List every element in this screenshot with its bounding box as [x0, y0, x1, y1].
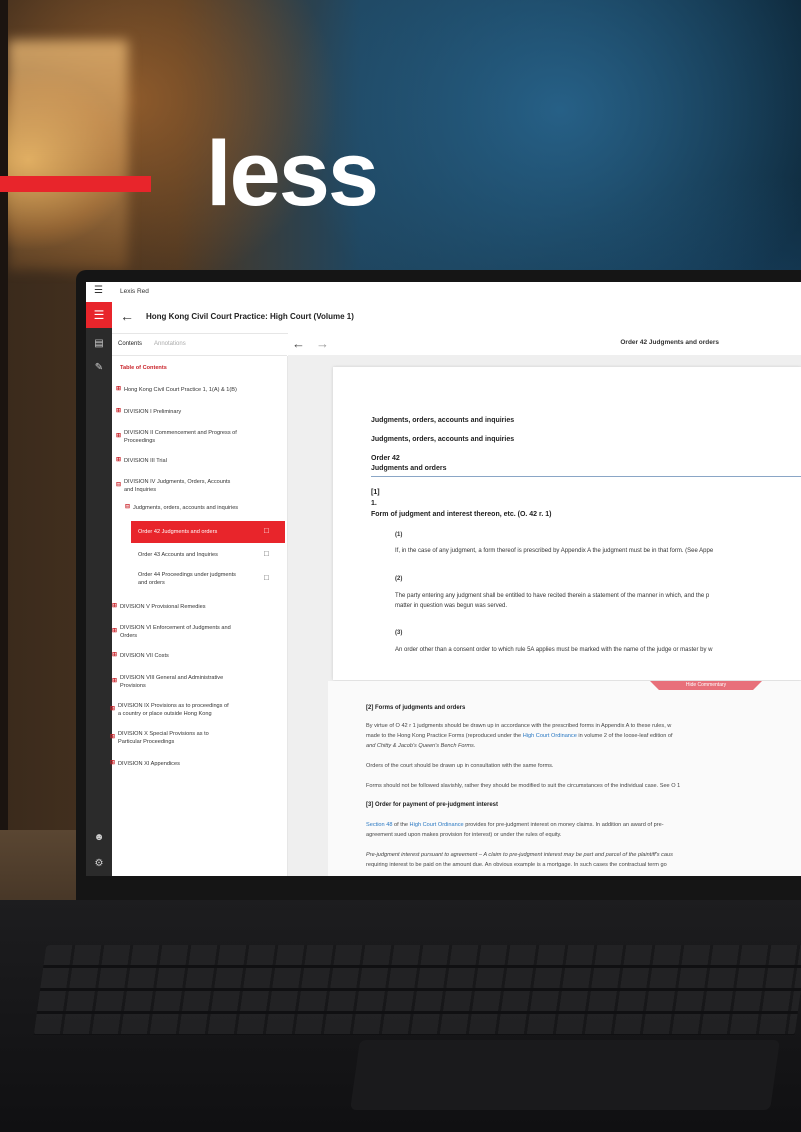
back-arrow-icon[interactable]: ←: [120, 308, 134, 324]
commentary-panel: Hide Commentary [2] Forms of judgments a…: [328, 681, 801, 876]
headline: less: [206, 123, 379, 225]
collapse-icon[interactable]: ⊟: [125, 504, 131, 510]
navigation-rail: ☰ ▤ ✎ ☻ ⚙: [86, 302, 112, 876]
book-title: Hong Kong Civil Court Practice: High Cou…: [146, 312, 354, 321]
toc-item[interactable]: ⊞ DIVISION II Commencement and Progress o…: [116, 429, 237, 445]
commentary-text: Orders of the court should be drawn up i…: [366, 763, 554, 769]
settings-icon[interactable]: ⚙: [86, 858, 112, 869]
commentary-heading: [2] Forms of judgments and orders: [366, 705, 466, 711]
expand-icon[interactable]: ⊞: [116, 386, 122, 392]
laptop-key-rows: [33, 945, 801, 1035]
hide-commentary-button[interactable]: Hide Commentary: [650, 681, 762, 690]
subrule-text: The party entering any judgment shall be…: [395, 593, 710, 599]
order-number: Order 42: [371, 455, 400, 462]
commentary-heading: [3] Order for payment of pre-judgment in…: [366, 802, 499, 808]
panel-tabs: Contents Annotations: [112, 333, 287, 356]
document-toolbar: ← → Order 42 Judgments and orders: [288, 333, 801, 356]
window-titlebar: ☰ Lexis Red: [86, 282, 801, 302]
document-icon[interactable]: □: [264, 549, 269, 558]
back-arrow-icon[interactable]: ←: [292, 336, 305, 351]
expand-icon[interactable]: ⊞: [116, 408, 122, 414]
commentary-text: Section 48 of the High Court Ordinance p…: [366, 822, 664, 828]
accent-red-bar: [0, 176, 151, 192]
expand-icon[interactable]: ⊞: [112, 628, 118, 634]
tab-annotations[interactable]: Annotations: [154, 341, 186, 347]
menu-button[interactable]: ☰: [86, 302, 112, 328]
commentary-text: By virtue of O 42 r 1 judgments should b…: [366, 723, 672, 729]
doc-subheading: Judgments, orders, accounts and inquirie…: [371, 436, 515, 443]
commentary-text: requiring interest to be paid on the amo…: [366, 862, 667, 868]
subrule-text-cont: matter in question was begun was served.: [395, 603, 508, 609]
toc-item-label: Order 42 Judgments and orders: [138, 529, 218, 535]
subrule-number: (1): [395, 532, 403, 538]
user-icon[interactable]: ☻: [86, 832, 112, 843]
expand-icon[interactable]: ⊞: [112, 603, 118, 609]
table-of-contents: Table of Contents ⊞ Hong Kong Civil Court…: [110, 356, 288, 876]
laptop-screen: ☰ Lexis Red ☰ ▤ ✎ ☻ ⚙ ← Hong Kong Civil …: [86, 282, 801, 876]
toc-item[interactable]: ⊞ DIVISION VI Enforcement of Judgments an…: [112, 624, 231, 640]
background-window-light: [8, 40, 128, 270]
collapse-icon[interactable]: ⊟: [116, 482, 122, 488]
tab-contents[interactable]: Contents: [118, 341, 142, 347]
subrule-text: An order other than a consent order to w…: [395, 647, 713, 653]
toc-item[interactable]: ⊞ DIVISION VIII General and Administrativ…: [112, 674, 223, 690]
subrule-text: If, in the case of any judgment, a form …: [395, 548, 714, 554]
rule-number: 1.: [371, 500, 377, 507]
link-section-48[interactable]: Section 48: [366, 822, 392, 828]
toc-item[interactable]: ⊟ DIVISION IV Judgments, Orders, Accounts…: [116, 478, 230, 494]
document-title: Order 42 Judgments and orders: [620, 339, 719, 346]
document-page: Judgments, orders, accounts and inquirie…: [333, 367, 801, 680]
toc-heading: Table of Contents: [120, 365, 167, 371]
toc-item[interactable]: ⊞ DIVISION XI Appendices: [110, 760, 180, 768]
expand-icon[interactable]: ⊞: [110, 706, 116, 712]
expand-icon[interactable]: ⊞: [110, 734, 116, 740]
toc-item[interactable]: ⊞ DIVISION I Preliminary: [116, 408, 181, 416]
expand-icon[interactable]: ⊞: [112, 678, 118, 684]
document-area: Judgments, orders, accounts and inquirie…: [288, 355, 801, 876]
expand-icon[interactable]: ⊞: [110, 760, 116, 766]
hamburger-icon[interactable]: ☰: [94, 285, 103, 296]
toc-item[interactable]: ⊞ DIVISION VII Costs: [112, 652, 169, 660]
toc-item[interactable]: ⊟ Judgments, orders, accounts and inquiri…: [125, 504, 238, 512]
laptop-trackpad: [350, 1040, 780, 1110]
commentary-text: and Chitty & Jacob's Queen's Bench Forms…: [366, 743, 476, 749]
rule-title: Form of judgment and interest thereon, e…: [371, 511, 552, 518]
subrule-number: (3): [395, 630, 403, 636]
toc-item[interactable]: ⊞ DIVISION V Provisional Remedies: [112, 603, 206, 611]
toc-item[interactable]: ⊞ DIVISION IX Provisions as to proceeding…: [110, 702, 229, 718]
document-icon[interactable]: □: [264, 526, 269, 535]
paragraph-ref: [1]: [371, 489, 380, 496]
subrule-number: (2): [395, 576, 403, 582]
commentary-text: Pre-judgment interest pursuant to agreem…: [366, 852, 673, 858]
commentary-text: made to the Hong Kong Practice Forms (re…: [366, 733, 673, 739]
document-icon[interactable]: □: [264, 573, 269, 582]
app-name: Lexis Red: [120, 288, 149, 295]
book-header: ← Hong Kong Civil Court Practice: High C…: [112, 302, 801, 334]
toc-item[interactable]: ⊞ DIVISION X Special Provisions as to Part…: [110, 730, 209, 746]
forward-arrow-icon[interactable]: →: [316, 336, 329, 351]
expand-icon[interactable]: ⊞: [116, 433, 122, 439]
link-high-court-ordinance[interactable]: High Court Ordinance: [523, 733, 577, 739]
commentary-text: agreement sued upon makes provision for …: [366, 832, 562, 838]
link-high-court-ordinance[interactable]: High Court Ordinance: [410, 822, 464, 828]
pencil-icon[interactable]: ✎: [86, 362, 112, 373]
commentary-text: Forms should not be followed slavishly, …: [366, 783, 681, 789]
expand-icon[interactable]: ⊞: [112, 652, 118, 658]
expand-icon[interactable]: ⊞: [116, 457, 122, 463]
toc-item[interactable]: ⊞ Hong Kong Civil Court Practice 1, 1(A) …: [116, 386, 237, 394]
book-icon[interactable]: ▤: [86, 338, 112, 349]
divider: [371, 476, 801, 477]
toc-item[interactable]: Order 43 Accounts and Inquiries: [138, 551, 218, 559]
toc-item[interactable]: ⊞ DIVISION III Trial: [116, 457, 167, 465]
toc-item[interactable]: Order 44 Proceedings under judgments and …: [138, 571, 236, 587]
doc-heading: Judgments, orders, accounts and inquirie…: [371, 417, 515, 424]
order-title: Judgments and orders: [371, 465, 447, 472]
